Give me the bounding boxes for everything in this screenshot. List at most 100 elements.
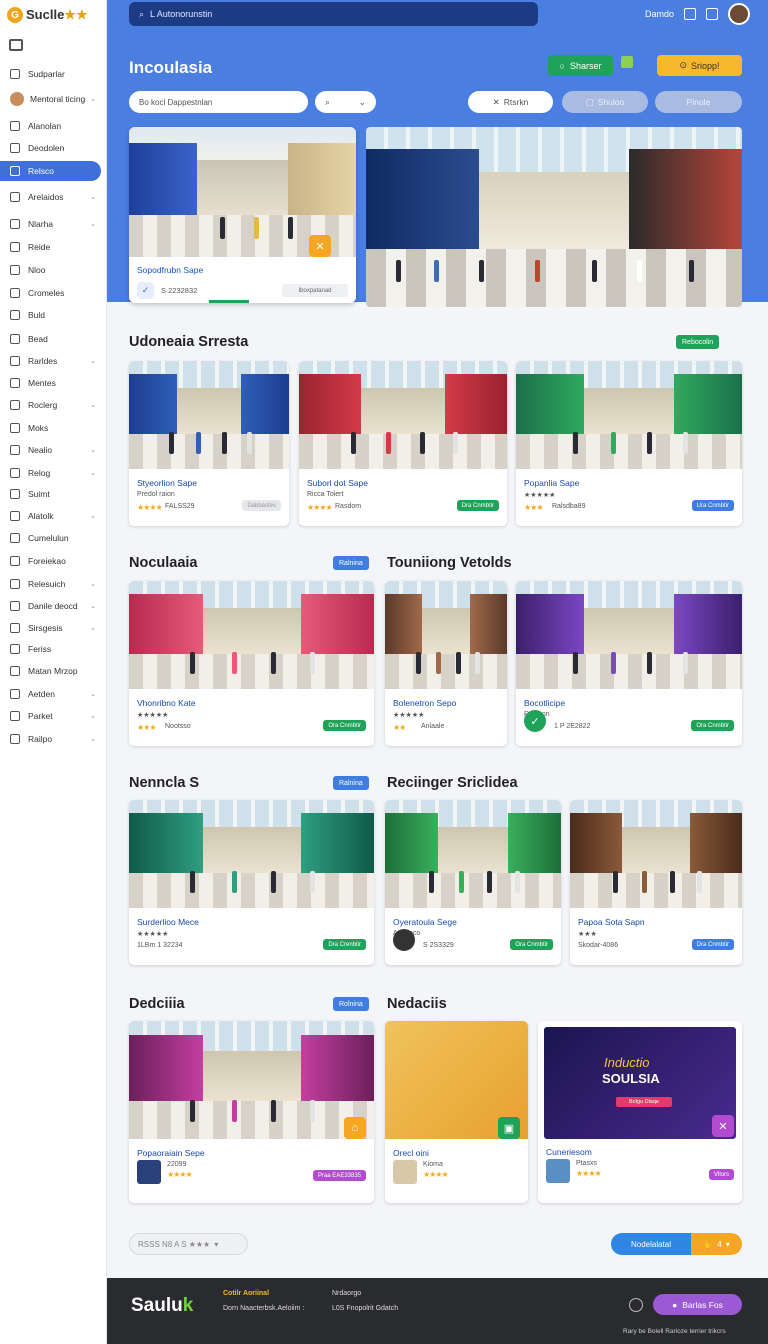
search-input[interactable]: L Autonorunstin (150, 9, 212, 19)
shop-card[interactable]: Papoa Sota Sapn ★★★ Skodar-4086 Dra Cnmbtir (570, 800, 742, 965)
sidebar-item-15[interactable]: Moks (4, 418, 102, 438)
sidebar-item-27[interactable]: Aetden ⌄ (4, 684, 102, 704)
footer-mid-1[interactable]: Nrdaorgo (332, 1290, 361, 1297)
shop-card[interactable]: Suborl dot Sape Ricca Toiert ★★★★ Rasdom Dra… (299, 361, 507, 526)
mall-image (299, 361, 507, 469)
shop-card[interactable]: Oyeratoula SegeArsidocoS 2S3329Ora Cnmbt… (385, 800, 561, 965)
filter-select[interactable]: ⌕ ⌄ (315, 91, 376, 113)
shop-button[interactable]: ⊙ Sriopp! (657, 55, 742, 76)
hero-card-action[interactable]: Iboxpatanad (282, 284, 348, 297)
sidebar-item-25[interactable]: Feriss (4, 639, 102, 659)
sidebar-item-16[interactable]: Nealio ⌄ (4, 440, 102, 460)
sidebar-item-18[interactable]: Suimt (4, 484, 102, 504)
card-title: Bocotlicipe (524, 698, 566, 708)
card-action-button[interactable]: Dra Cnmbtir (691, 939, 734, 950)
shop-card[interactable]: Orecl oini Kioma ★★★★ ▣ (385, 1021, 528, 1203)
card-action-button[interactable]: Dra Crenbtir (323, 939, 366, 950)
card-title: Styeorlion Sape (137, 478, 198, 488)
sidebar-item-26[interactable]: Matan Mrzop (4, 661, 102, 681)
primary-cta-button[interactable]: Nodelalatal (611, 1233, 691, 1255)
lock-icon[interactable]: ⌂ (344, 1117, 366, 1139)
card-action-button[interactable]: Ura Cnmbtir (691, 500, 734, 511)
tool-icon[interactable]: ✕ (309, 235, 331, 257)
sidebar-item-21[interactable]: Foreiekao (4, 551, 102, 571)
sidebar-item-8[interactable]: Nloo (4, 260, 102, 280)
pill-shuloo[interactable]: ▢ Shuloo (562, 91, 648, 113)
globe-icon[interactable] (629, 1298, 643, 1312)
sidebar-item-4[interactable]: Relsco (0, 161, 101, 181)
shop-card[interactable]: Surderlioo Mece ★★★★★ 1LBm 1 32234 Dra Cren… (129, 800, 374, 965)
close-icon[interactable]: ✕ (712, 1115, 734, 1137)
sidebar-item-13[interactable]: Mentes (4, 373, 102, 393)
footer-logo[interactable]: Sauluk (131, 1295, 193, 1317)
shop-card[interactable]: Vhonribno Kate ★★★★★ ★★★ Nootsso Ora Cnmbtir (129, 581, 374, 746)
hero-card[interactable]: ✕ Sopodfrubn Sape ✓ S 2232832 Iboxpatana… (129, 127, 356, 303)
notification-icon[interactable] (684, 8, 696, 20)
section-badge-2[interactable]: Ralnina (333, 556, 369, 570)
footer-line-2[interactable]: Dorn Naacterbsk.Aeloiim : (223, 1305, 304, 1312)
section-badge-6[interactable]: Rolnina (333, 997, 369, 1011)
sidebar-item-29[interactable]: Railpo ⌄ (4, 729, 102, 749)
sidebar-item-label: Mentoral ticing (30, 94, 86, 104)
rating-stars: ★★★★ (167, 1170, 193, 1179)
cart-icon[interactable] (706, 8, 718, 20)
sidebar-item-6[interactable]: Nlarha ⌄ (4, 214, 102, 234)
card-subtitle: Ricca Toiert (307, 491, 344, 498)
card-action-button[interactable]: Dabbastes (242, 500, 281, 511)
sidebar-item-10[interactable]: Buld (4, 305, 102, 325)
filter-input[interactable]: Bo kocl Dappestnlan (129, 91, 308, 113)
mall-image (129, 361, 289, 469)
brand-logo[interactable]: G Suclle★★ (7, 5, 88, 25)
sidebar-item-3[interactable]: Deodolen (4, 138, 102, 158)
sharser-button[interactable]: ○ Sharser (548, 55, 613, 76)
sidebar-item-1[interactable]: Mentoral ticing ⌄ (4, 89, 102, 109)
calendar-icon[interactable]: ▣ (498, 1117, 520, 1139)
card-action-button[interactable]: Ora Cnmbtir (323, 720, 366, 731)
footer-button[interactable]: ● Barlas Fos (653, 1294, 742, 1315)
shop-card[interactable]: Popaoraiain Sepe 22099 ★★★★ Praa EAE33835 ⌂ (129, 1021, 374, 1203)
search-bar[interactable]: ⌕ L Autonorunstin (129, 2, 538, 26)
sidebar-item-2[interactable]: Alanolan (4, 116, 102, 136)
pager[interactable]: RSSS N8 A S ★★★ ▾ (129, 1233, 248, 1255)
sidebar-item-24[interactable]: Sirsgesis ⌄ (4, 618, 102, 638)
sidebar-item-12[interactable]: Rarldes ⌄ (4, 351, 102, 371)
sidebar-item-22[interactable]: Relesuich ⌄ (4, 574, 102, 594)
card-action-button[interactable]: Ora Cnmbtir (691, 720, 734, 731)
sidebar-item-17[interactable]: Relog ⌄ (4, 463, 102, 483)
shop-card[interactable]: BocotlicipeRalnson1 P 2E2822✓Ora Cnmbtir (516, 581, 742, 746)
sidebar-item-20[interactable]: Cumelulun (4, 528, 102, 548)
promo-button[interactable]: Bolgu Dlaqe (616, 1097, 672, 1107)
chevron-down-icon: ⌄ (90, 194, 96, 201)
card-action-button[interactable]: Dra Cnmbtir (456, 500, 499, 511)
sidebar-item-0[interactable]: Sudparlar (4, 64, 102, 84)
chevron-down-icon: ⌄ (90, 402, 96, 409)
menu-icon[interactable] (9, 39, 23, 51)
shop-card[interactable]: Styeorlion Sape Predol raion ★★★★ FALSS29 Da… (129, 361, 289, 526)
avatar[interactable] (728, 3, 750, 25)
card-action-button[interactable]: Vllors (708, 1169, 734, 1180)
shop-card[interactable]: Inductio SOULSIA Bolgu Dlaqe Cuneriesom Ptas… (538, 1021, 742, 1203)
flag-icon[interactable] (621, 56, 633, 68)
sidebar-item-28[interactable]: Parket ⌄ (4, 706, 102, 726)
sidebar-item-9[interactable]: Cromeles (4, 283, 102, 303)
secondary-cta-button[interactable]: ✋ 4 ▾ (691, 1233, 742, 1255)
card-action-button[interactable]: Praa EAE33835 (312, 1170, 366, 1181)
sidebar-item-5[interactable]: Arelaidos ⌄ (4, 187, 102, 207)
shop-card[interactable]: Popanlia Sape ★★★★★ ★★★ Ralsdba89 Ura Cnmbti… (516, 361, 742, 526)
pill-pinule[interactable]: Pinule (655, 91, 742, 113)
mall-image (385, 800, 561, 908)
footer-mid-2[interactable]: L0S Fnopolrit Gdatch (332, 1305, 398, 1312)
sidebar-item-7[interactable]: Reide (4, 237, 102, 257)
section-badge-1[interactable]: Rebocolin (676, 335, 720, 349)
shop-card[interactable]: Bolenetron Sepo ★★★★★ ★★ Anlaale (385, 581, 507, 746)
section-badge-4[interactable]: Ralnina (333, 776, 369, 790)
user-label[interactable]: Damdo (645, 9, 674, 19)
avatar (10, 92, 24, 106)
sidebar-item-14[interactable]: Roclerg ⌄ (4, 395, 102, 415)
pill-rtsrkn[interactable]: ✕ Rtsrkn (468, 91, 553, 113)
card-title: Orecl oini (393, 1148, 429, 1158)
sidebar-item-23[interactable]: Danile deocd ⌄ (4, 596, 102, 616)
sidebar-item-19[interactable]: Alatolk ⌄ (4, 506, 102, 526)
sidebar-item-11[interactable]: Bead (4, 329, 102, 349)
card-action-button[interactable]: Ora Cnmbtir (510, 939, 553, 950)
